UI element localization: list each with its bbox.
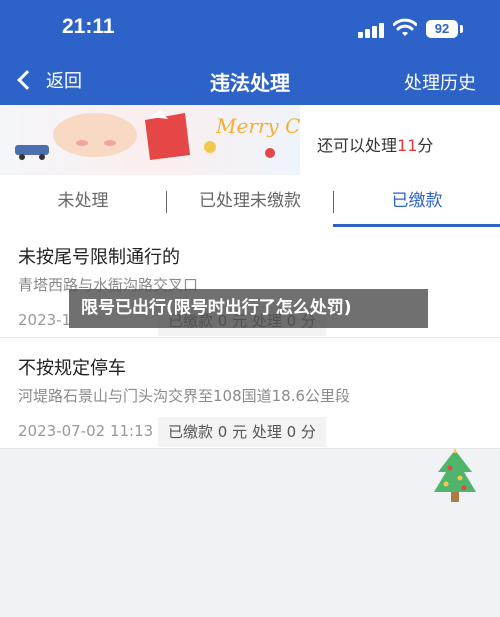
battery-tip [460, 25, 463, 33]
wifi-icon [393, 18, 417, 36]
points-prefix: 还可以处理 [317, 136, 398, 155]
status-bar: 21:11 92 [0, 0, 500, 55]
christmas-tree-icon[interactable] [432, 448, 478, 510]
violation-datetime: 2023-07-02 11:13 [18, 422, 154, 440]
points-value: 11 [397, 136, 418, 155]
battery-icon: 92 [426, 20, 458, 38]
list-item[interactable]: 不按规定停车 河堤路石景山与门头沟交界至108国道18.6公里段 2023-07… [0, 338, 500, 449]
history-button[interactable]: 处理历史 [404, 69, 476, 95]
christmas-banner-art: Merry Chris [0, 105, 300, 175]
tab-bar: 未处理 已处理未缴款 已缴款 [0, 175, 500, 227]
tab-processed-unpaid[interactable]: 已处理未缴款 [167, 175, 333, 227]
tab-paid[interactable]: 已缴款 [334, 175, 500, 227]
points-suffix: 分 [417, 136, 434, 155]
violation-datetime: 2023-1 [18, 311, 72, 329]
violation-title: 不按规定停车 [18, 358, 126, 379]
points-banner: Merry Chris 还可以处理11分 [0, 105, 500, 175]
violation-title: 未按尾号限制通行的 [18, 247, 180, 268]
payment-status-badge: 已缴款 0 元 处理 0 分 [158, 417, 326, 447]
nav-bar: 返回 违法处理 处理历史 [0, 55, 500, 105]
tab-unprocessed[interactable]: 未处理 [0, 175, 166, 227]
violation-location: 河堤路石景山与门头沟交界至108国道18.6公里段 [18, 387, 351, 405]
signal-icon [358, 22, 386, 38]
status-time: 21:11 [62, 15, 115, 38]
overlay-caption: 限号已出行(限号时出行了怎么处罚) [69, 289, 428, 328]
remaining-points-text: 还可以处理11分 [317, 132, 433, 156]
violation-list: 未按尾号限制通行的 青塔西路与水衙沟路交叉口 2023-1 已缴款 0 元 处理… [0, 227, 500, 449]
banner-art-text: Merry Chris [215, 114, 300, 138]
